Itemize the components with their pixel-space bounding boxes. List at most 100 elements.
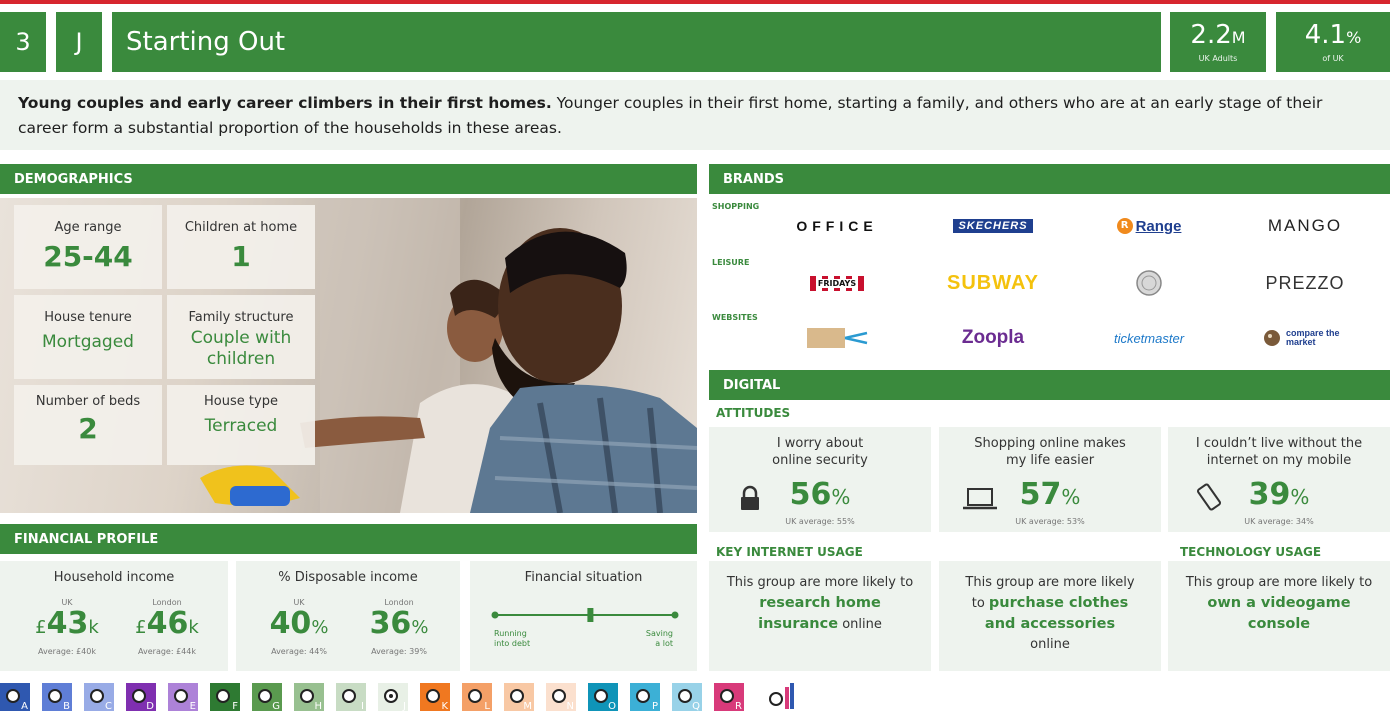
group-letter: M <box>523 701 532 711</box>
bar-chart-icon <box>769 683 794 709</box>
tile-children-at-home: Children at home 1 <box>167 205 315 289</box>
radio-icon <box>90 689 104 703</box>
tile-value: Couple with children <box>190 328 292 369</box>
brands-row-label-shopping: SHOPPING <box>712 202 760 211</box>
meerkat-icon <box>1264 330 1280 346</box>
attitude-uk-average: UK average: 34% <box>1244 517 1314 526</box>
attitude-uk-average: UK average: 53% <box>1015 517 1085 526</box>
ticketmaster-logo: ticketmaster <box>1079 323 1219 353</box>
usage-text: online <box>838 617 882 632</box>
group-swatch-r[interactable]: R <box>714 683 744 711</box>
income-uk: UK £43k Average: £40k <box>22 598 112 656</box>
type-code-badge: J <box>56 12 102 72</box>
group-swatch-o[interactable]: O <box>588 683 618 711</box>
group-swatch-h[interactable]: H <box>294 683 324 711</box>
comparethemarket-logo: compare the market <box>1235 323 1375 353</box>
tile-house-tenure: House tenure Mortgaged <box>14 295 162 379</box>
demographics-heading: DEMOGRAPHICS <box>0 164 697 194</box>
currency-symbol: £ <box>135 617 147 638</box>
group-swatch-e[interactable]: E <box>168 683 198 711</box>
group-swatch-l[interactable]: L <box>462 683 492 711</box>
group-swatch-m[interactable]: M <box>504 683 534 711</box>
share-value: 4.1 <box>1304 20 1347 50</box>
group-letter: G <box>272 701 280 711</box>
scale-right-label-line: a lot <box>655 639 673 648</box>
group-letter: K <box>441 701 448 711</box>
group-swatch-g[interactable]: G <box>252 683 282 711</box>
usage-text: This group are more likely to <box>1185 575 1373 590</box>
brands-grid: SHOPPING LEISURE WEBSITES OFFICE SKECHER… <box>709 198 1390 366</box>
brands-heading-text: BRANDS <box>723 171 785 187</box>
group-swatch-k[interactable]: K <box>420 683 450 711</box>
group-swatch-c[interactable]: C <box>84 683 114 711</box>
radio-icon <box>258 689 272 703</box>
fridays-logo-badge: FRIDAYS <box>809 275 865 291</box>
disposable-london-average: Average: 39% <box>371 647 427 656</box>
attitudes-heading: ATTITUDES <box>716 406 791 420</box>
attitude-unit: % <box>831 485 851 509</box>
office-logo-text: OFFICE <box>796 218 878 234</box>
digital-heading-text: DIGITAL <box>723 377 781 393</box>
tile-label: Children at home <box>184 220 298 235</box>
household-income-title: Household income <box>53 570 175 585</box>
group-swatch-i[interactable]: I <box>336 683 366 711</box>
radio-icon <box>426 689 440 703</box>
percent-unit: % <box>411 617 429 638</box>
scale-right-end <box>671 611 679 619</box>
usage-highlight: purchase clothes and accessories <box>984 595 1129 632</box>
radio-icon <box>636 689 650 703</box>
scale-left-label: Running into debt <box>494 629 530 649</box>
income-london: London £46k Average: £44k <box>122 598 212 656</box>
fridays-logo-text: FRIDAYS <box>815 278 859 288</box>
mango-logo: MANGO <box>1235 211 1375 241</box>
usage-research-insurance: This group are more likely to research h… <box>709 561 931 671</box>
group-letter: Q <box>692 701 700 711</box>
group-number: 3 <box>15 28 31 56</box>
disposable-uk-average: Average: 44% <box>271 647 327 656</box>
pizza-express-logo <box>1079 268 1219 298</box>
income-unit: k <box>88 617 99 638</box>
population-value: 2.2 <box>1190 20 1232 50</box>
group-letter: B <box>63 701 70 711</box>
group-letter: E <box>189 701 196 711</box>
group-swatch-p[interactable]: P <box>630 683 660 711</box>
group-swatch-d[interactable]: D <box>126 683 156 711</box>
all-groups-chart-icon[interactable] <box>765 683 795 711</box>
share-stat: 4.1% of UK <box>1276 12 1390 72</box>
financial-situation-panel: Financial situation Running into debt Sa… <box>470 561 697 671</box>
group-letter: D <box>146 701 154 711</box>
tile-value: Terraced <box>204 416 278 436</box>
population-caption: UK Adults <box>1198 54 1238 63</box>
notonthehighstreet-logo <box>767 323 907 353</box>
key-internet-usage-heading: KEY INTERNET USAGE <box>716 545 863 559</box>
disposable-income-panel: % Disposable income UK 40% Average: 44% … <box>236 561 460 671</box>
type-code: J <box>75 28 83 56</box>
tile-label: Number of beds <box>35 394 141 409</box>
subway-logo: SUBWAY <box>923 268 1063 298</box>
radio-icon <box>594 689 608 703</box>
financial-heading: FINANCIAL PROFILE <box>0 524 697 554</box>
share-unit: % <box>1346 28 1362 47</box>
group-letter: I <box>361 701 364 711</box>
demographics-heading-text: DEMOGRAPHICS <box>14 171 133 187</box>
comparethemarket-logo-text: compare the market <box>1286 328 1340 347</box>
group-swatch-b[interactable]: B <box>42 683 72 711</box>
group-swatch-f[interactable]: F <box>210 683 240 711</box>
notonthehighstreet-tag-icon <box>807 328 868 348</box>
range-logo-text: Range <box>1135 217 1182 235</box>
group-swatch-j[interactable]: J <box>378 683 408 711</box>
tile-value: 2 <box>78 412 98 445</box>
tile-value: 1 <box>231 240 251 273</box>
group-swatch-q[interactable]: Q <box>672 683 702 711</box>
group-swatch-a[interactable]: A <box>0 683 30 711</box>
population-unit: M <box>1231 28 1246 47</box>
scale-right-label-line: Saving <box>645 629 673 638</box>
tile-label: Family structure <box>188 310 294 325</box>
description-lead: Young couples and early career climbers … <box>18 94 552 112</box>
prezzo-logo-text: PREZZO <box>1265 272 1345 293</box>
group-swatch-n[interactable]: N <box>546 683 576 711</box>
attitude-unit: % <box>1290 485 1310 509</box>
currency-symbol: £ <box>35 617 47 638</box>
group-letter: F <box>232 701 238 711</box>
income-uk-value: 43 <box>46 606 89 641</box>
